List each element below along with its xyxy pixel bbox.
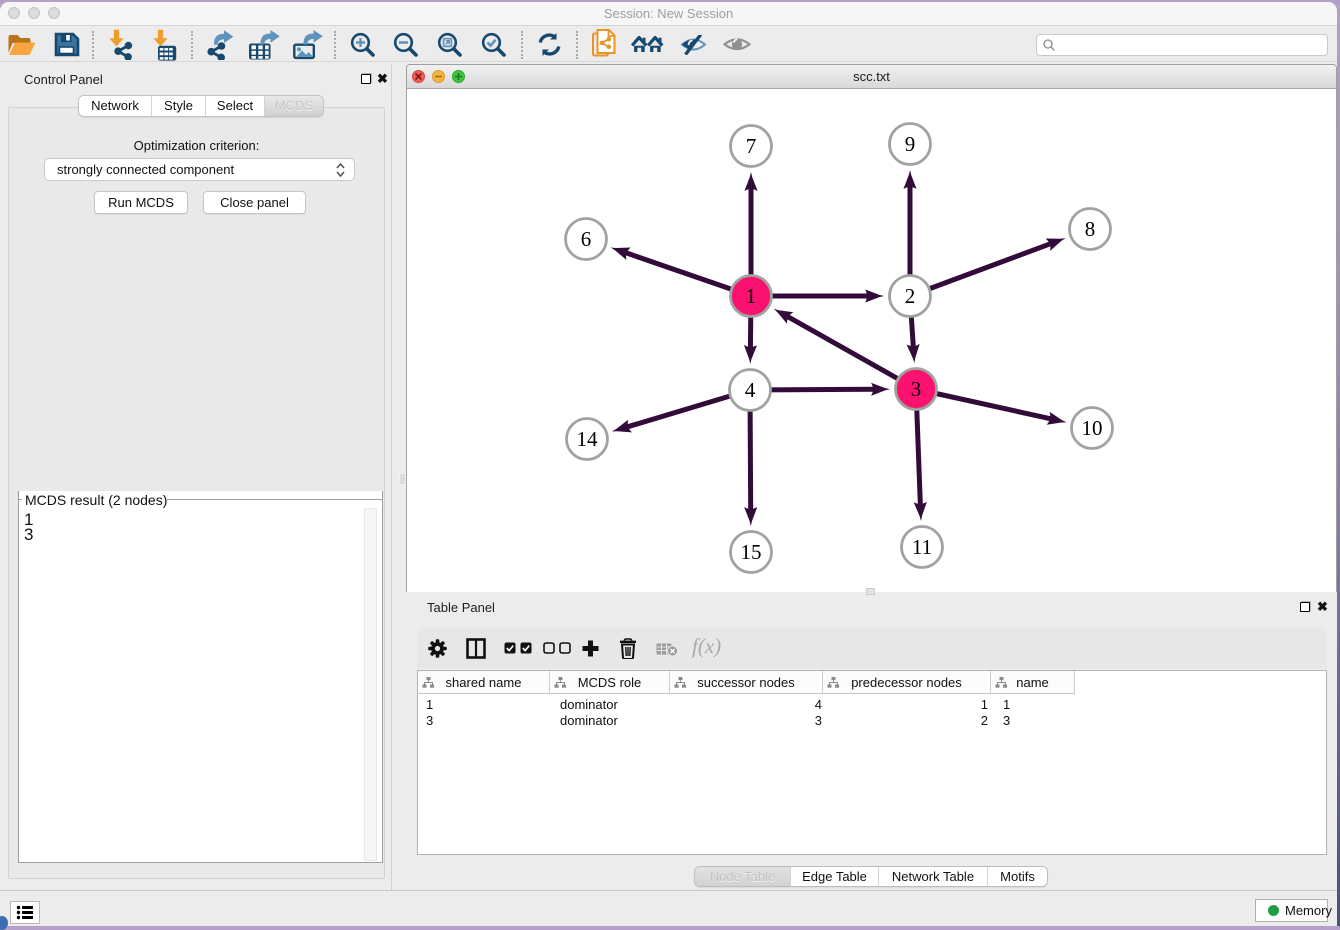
svg-text:11: 11 <box>912 535 932 559</box>
svg-text:9: 9 <box>905 132 916 156</box>
svg-text:14: 14 <box>577 427 599 451</box>
svg-text:3: 3 <box>911 377 922 401</box>
svg-text:4: 4 <box>745 378 756 402</box>
svg-text:6: 6 <box>581 227 592 251</box>
svg-text:2: 2 <box>905 284 916 308</box>
svg-text:1: 1 <box>746 284 757 308</box>
svg-text:8: 8 <box>1085 217 1096 241</box>
svg-text:10: 10 <box>1082 416 1103 440</box>
svg-text:15: 15 <box>741 540 762 564</box>
svg-text:7: 7 <box>746 134 757 158</box>
